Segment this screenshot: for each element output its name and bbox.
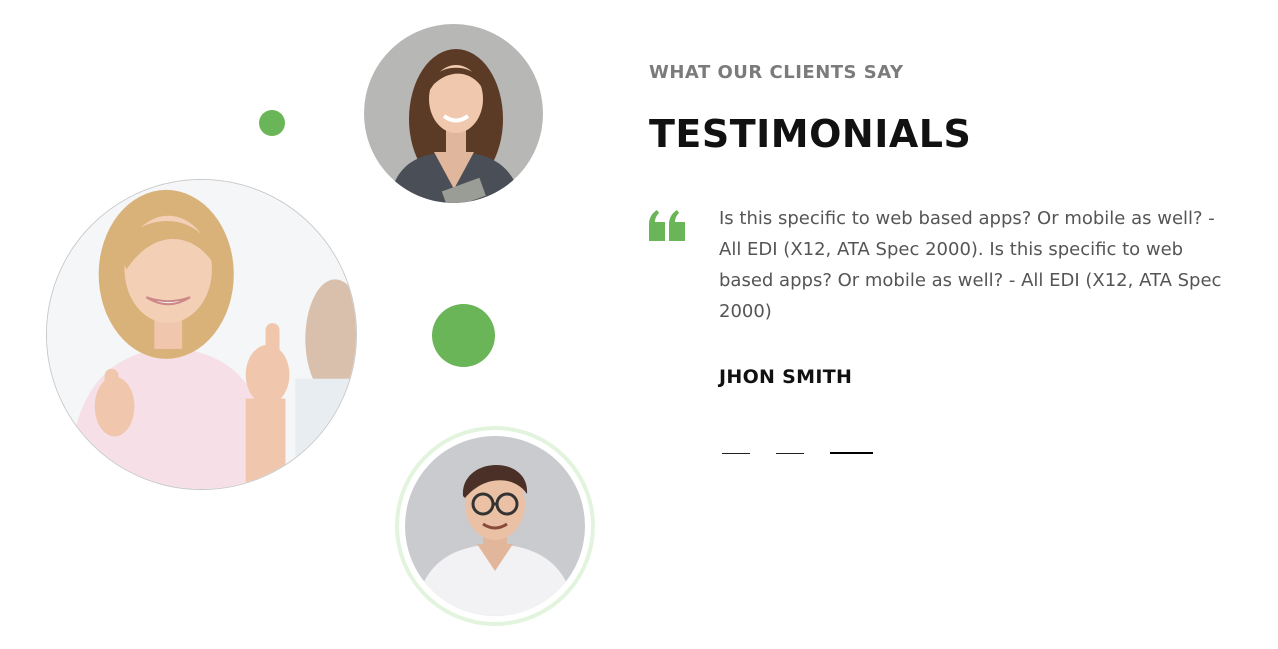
testimonial-quote: Is this specific to web based apps? Or m… [719, 208, 1222, 322]
client-avatar-main[interactable] [46, 179, 357, 490]
section-title: TESTIMONIALS [649, 112, 972, 156]
client-avatar-main-photo [47, 180, 356, 489]
client-avatar-bottom-photo [405, 436, 585, 616]
testimonials-section: WHAT OUR CLIENTS SAY TESTIMONIALS Is thi… [0, 0, 1278, 649]
testimonial-author: JHON SMITH [719, 366, 853, 388]
section-eyebrow: WHAT OUR CLIENTS SAY [649, 62, 904, 83]
slider-dot-2[interactable] [776, 453, 804, 454]
quote-icon [649, 210, 685, 241]
client-avatar-bottom[interactable] [405, 436, 585, 616]
decorative-dot-small [259, 110, 285, 136]
decorative-dot-large [432, 304, 495, 367]
client-avatar-top[interactable] [364, 24, 543, 203]
client-avatar-top-photo [364, 24, 543, 203]
slider-dot-1[interactable] [722, 453, 750, 454]
slider-dot-3-active[interactable] [830, 452, 873, 454]
